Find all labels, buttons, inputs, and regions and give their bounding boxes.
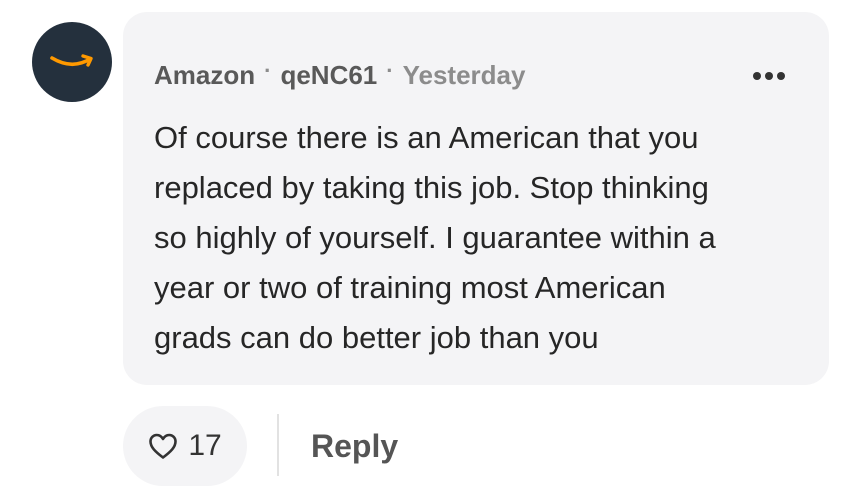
heart-icon xyxy=(149,433,178,459)
more-options-button[interactable] xyxy=(753,72,785,80)
comment-text-line: year or two of training most American xyxy=(154,270,666,305)
more-horizontal-icon-dot xyxy=(765,72,773,80)
meta-separator: · xyxy=(264,58,272,83)
comment-text-line: Of course there is an American that you xyxy=(154,120,699,155)
like-button[interactable]: 17 xyxy=(123,406,247,486)
comment-text-line: so highly of yourself. I guarantee withi… xyxy=(154,220,716,255)
timestamp: Yesterday xyxy=(402,60,526,90)
meta-separator: · xyxy=(386,58,394,83)
more-horizontal-icon-dot xyxy=(777,72,785,80)
comment-text-line: grads can do better job than you xyxy=(154,320,599,355)
amazon-smile-logo-icon xyxy=(50,54,93,67)
like-count: 17 xyxy=(188,429,222,462)
more-horizontal-icon xyxy=(753,72,761,80)
comment-meta: Amazon · qeNC61 · Yesterday xyxy=(154,58,526,91)
username[interactable]: qeNC61 xyxy=(280,59,377,91)
comment-text-line: replaced by taking this job. Stop thinki… xyxy=(154,170,709,205)
avatar[interactable] xyxy=(32,22,112,102)
comment-card: Amazon · qeNC61 · Yesterday Of course th… xyxy=(0,0,854,498)
action-divider xyxy=(277,414,279,476)
reply-button[interactable]: Reply xyxy=(311,426,398,466)
comment-bubble: Amazon · qeNC61 · Yesterday Of course th… xyxy=(123,12,829,385)
company-name[interactable]: Amazon xyxy=(154,59,255,91)
comment-text: Of course there is an American that you … xyxy=(154,113,804,363)
